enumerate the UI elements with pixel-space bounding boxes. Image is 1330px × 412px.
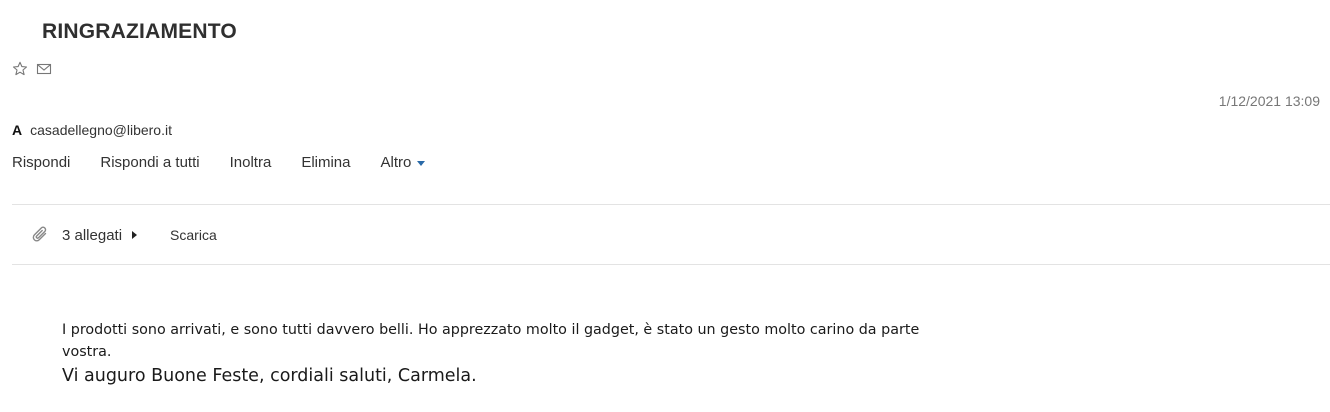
delete-button[interactable]: Elimina — [301, 154, 350, 171]
paperclip-icon — [31, 225, 51, 245]
divider — [12, 264, 1330, 265]
more-dropdown[interactable]: Altro — [381, 154, 426, 171]
recipient-address[interactable]: casadellegno@libero.it — [30, 122, 172, 138]
recipient-label: A — [12, 122, 23, 138]
envelope-icon[interactable] — [35, 60, 53, 78]
body-closing: Vi auguro Buone Feste, cordiali saluti, … — [62, 366, 477, 386]
reply-button[interactable]: Rispondi — [12, 154, 70, 171]
caret-right-icon[interactable] — [132, 231, 138, 239]
forward-button[interactable]: Inoltra — [230, 154, 272, 171]
download-button[interactable]: Scarica — [170, 227, 217, 243]
recipient-row: A casadellegno@libero.it — [12, 122, 172, 138]
attachments-count[interactable]: 3 allegati — [62, 227, 122, 244]
message-date: 1/12/2021 13:09 — [1218, 93, 1320, 109]
caret-down-icon — [417, 161, 426, 166]
body-paragraph: I prodotti sono arrivati, e sono tutti d… — [62, 322, 920, 360]
divider — [12, 204, 1330, 205]
message-actions: Rispondi Rispondi a tutti Inoltra Elimin… — [12, 154, 426, 171]
email-view: RINGRAZIAMENTO 1/12/2021 13:09 A casadel… — [0, 0, 1330, 412]
delete-label: Elimina — [301, 154, 351, 171]
message-body: I prodotti sono arrivati, e sono tutti d… — [62, 319, 942, 389]
reply-all-label: Rispondi a tutti — [100, 154, 200, 171]
reply-label: Rispondi — [12, 154, 71, 171]
reply-all-button[interactable]: Rispondi a tutti — [100, 154, 199, 171]
more-label: Altro — [380, 154, 412, 171]
message-flags — [11, 60, 53, 78]
email-subject: RINGRAZIAMENTO — [42, 20, 237, 43]
attachments-bar: 3 allegati Scarica — [31, 225, 217, 245]
forward-label: Inoltra — [229, 154, 272, 171]
star-outline-icon[interactable] — [11, 60, 29, 78]
